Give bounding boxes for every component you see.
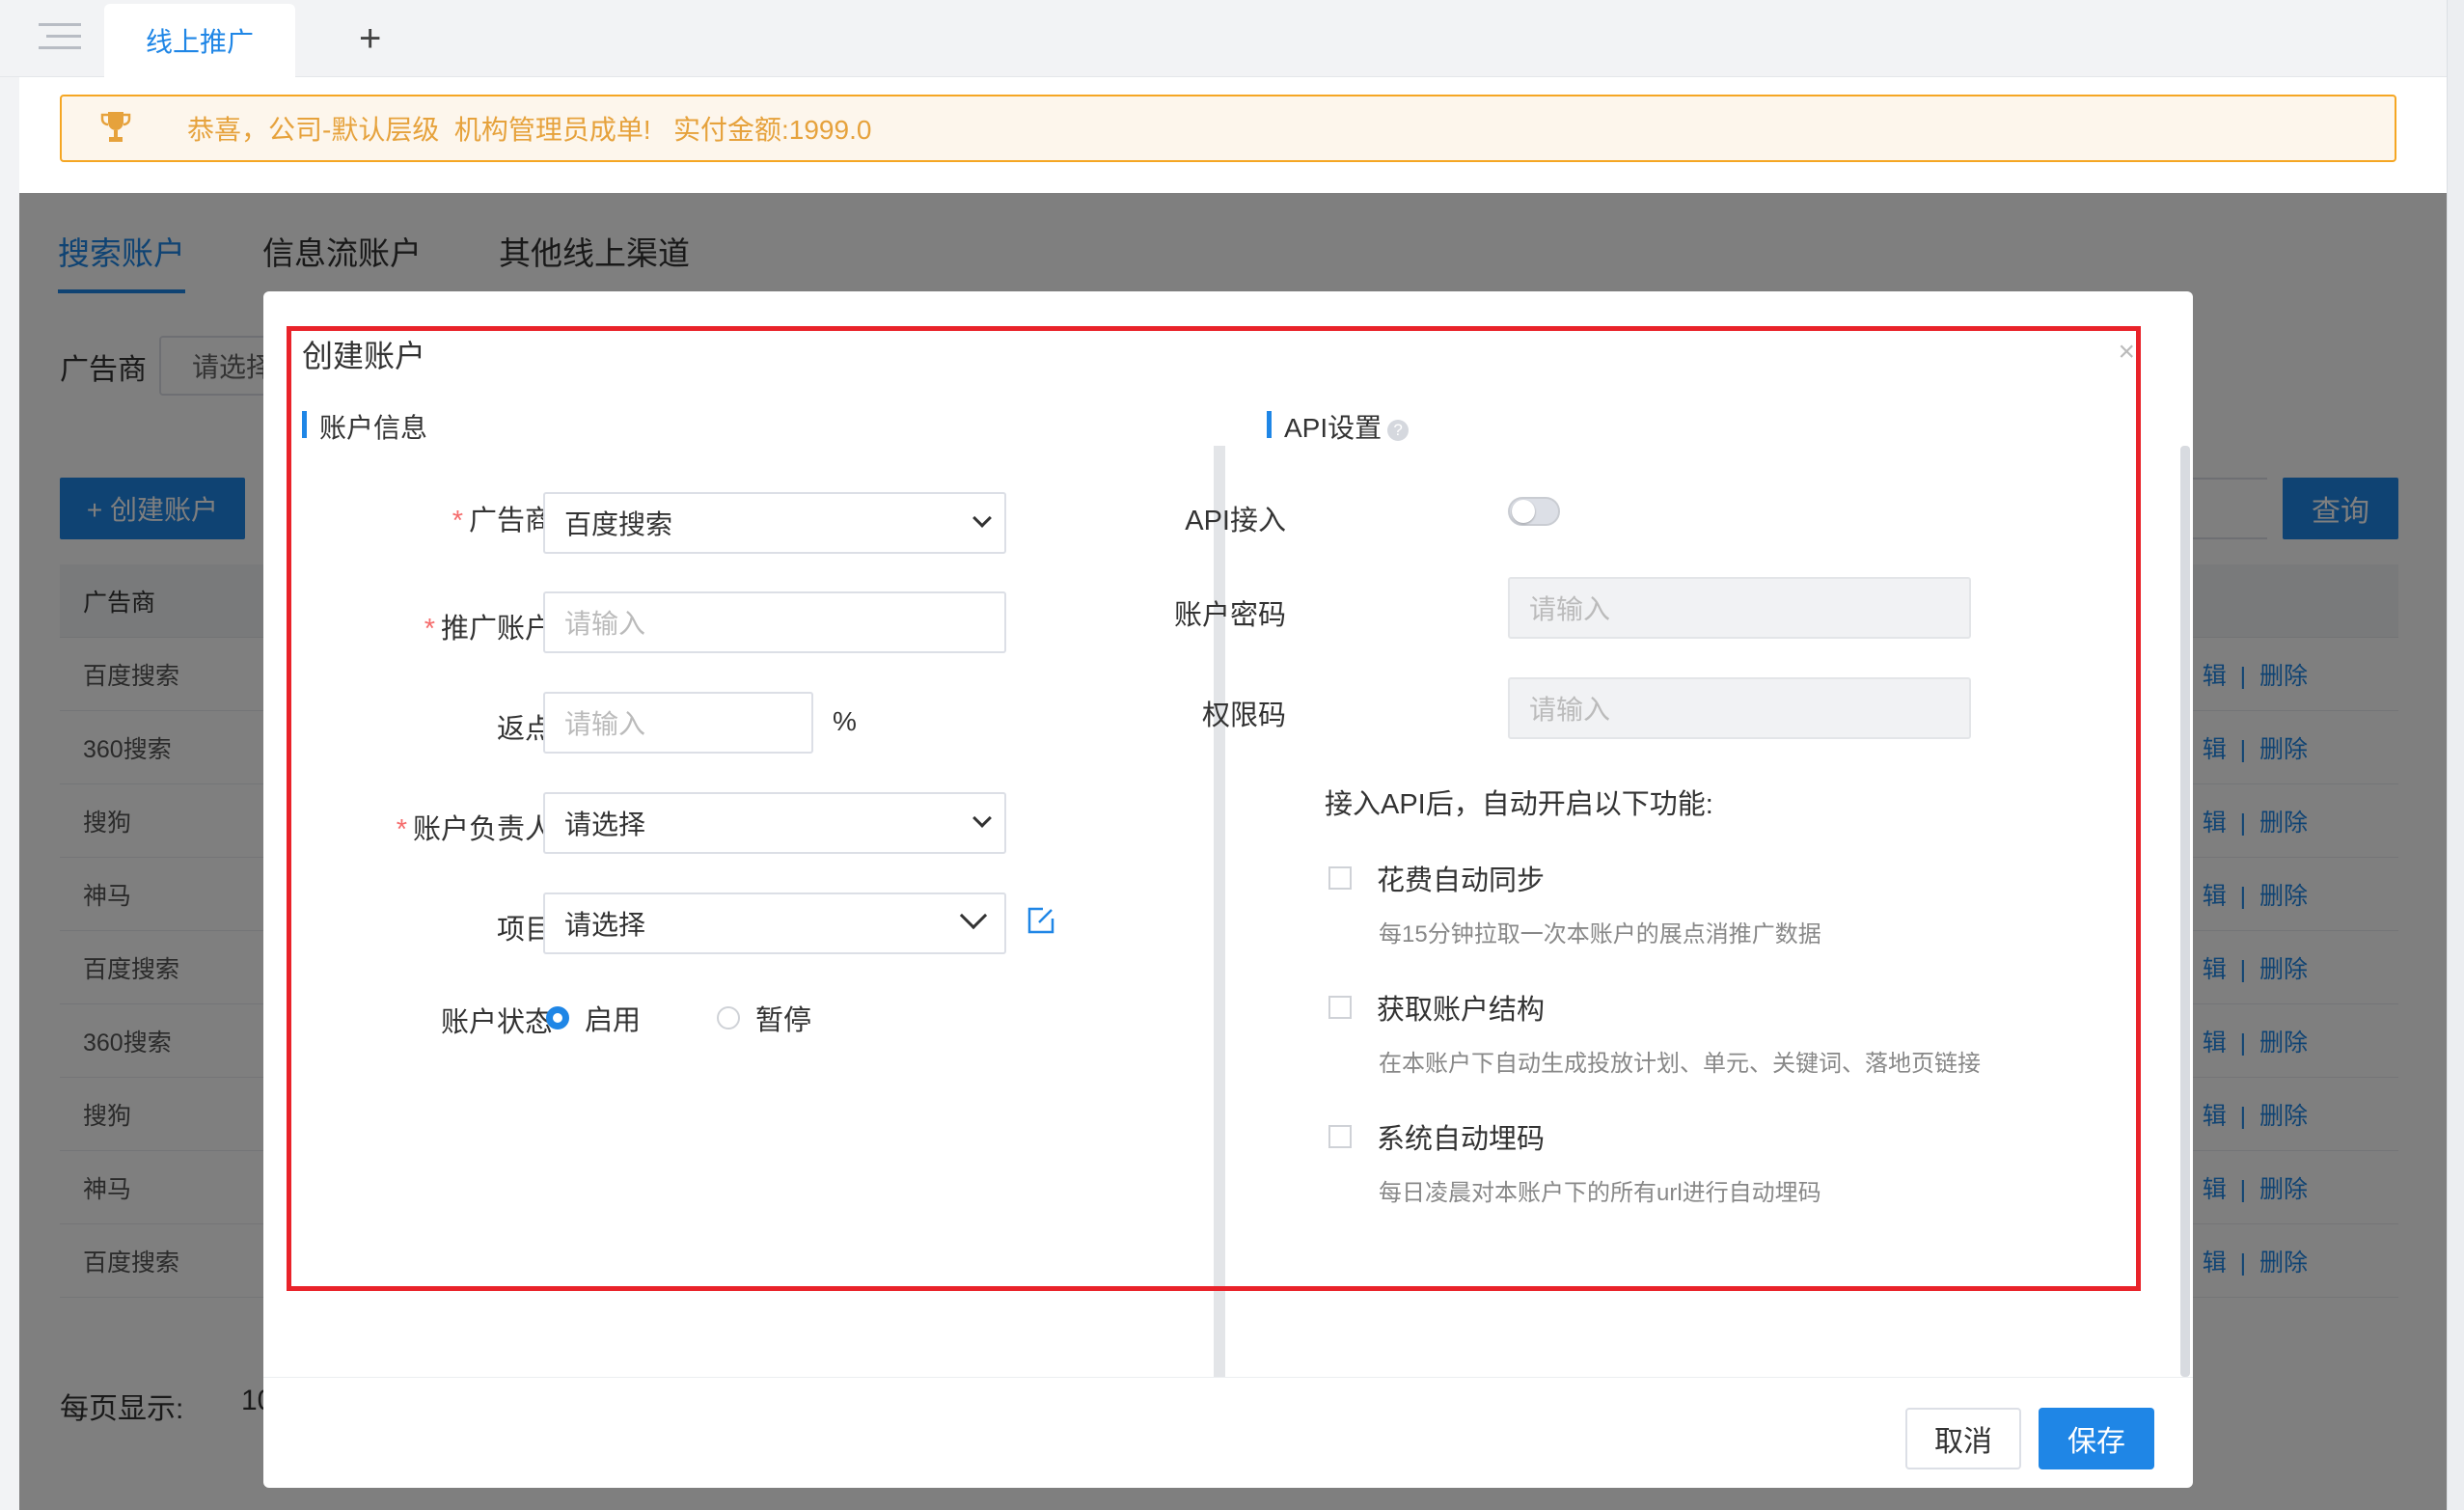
tab-online-promotion[interactable]: 线上推广 <box>104 4 295 77</box>
checkbox-icon <box>1328 1125 1352 1148</box>
feature-account-structure-checkbox[interactable]: 获取账户结构 <box>1328 987 1545 1028</box>
menu-toggle-icon[interactable] <box>39 21 81 54</box>
advertiser-label: * 广告商 <box>452 506 553 536</box>
checkbox-icon <box>1328 996 1352 1019</box>
dialog-scrollbar[interactable] <box>2180 446 2190 1377</box>
section-api-settings: API设置? <box>1267 407 1410 446</box>
add-tab-button[interactable]: + <box>359 19 381 58</box>
api-access-label: API接入 <box>1185 506 1286 536</box>
help-icon[interactable]: ? <box>1387 420 1410 441</box>
footer-divider <box>263 1377 2193 1378</box>
cancel-button[interactable]: 取消 <box>1905 1408 2021 1469</box>
api-features-intro: 接入API后，自动开启以下功能: <box>1325 789 1713 820</box>
radio-unchecked-icon <box>717 1006 740 1030</box>
section-account-info: 账户信息 <box>302 407 427 446</box>
section-api-settings-label: API设置 <box>1284 413 1383 443</box>
project-label: 项目 <box>496 915 553 946</box>
rebate-label: 返点 <box>496 714 553 745</box>
account-password-input[interactable]: 请输入 <box>1508 577 1971 639</box>
status-paused-radio[interactable]: 暂停 <box>717 998 811 1038</box>
create-account-dialog: 创建账户 × 账户信息 API设置? * 广告商 百度搜索 * 推广账户 请输入 返… <box>263 291 2193 1488</box>
chevron-down-icon <box>972 809 992 828</box>
notice-text: 恭喜，公司-默认层级 机构管理员成单! 实付金额:1999.0 <box>187 115 872 145</box>
api-access-toggle[interactable] <box>1508 497 1560 526</box>
auth-code-input[interactable]: 请输入 <box>1508 677 1971 739</box>
project-select[interactable]: 请选择 <box>543 892 1006 954</box>
page-scrollbar[interactable] <box>2447 0 2464 1510</box>
promo-account-label: * 推广账户 <box>424 614 553 645</box>
dialog-title: 创建账户 <box>302 339 426 373</box>
account-owner-label: * 账户负责人 <box>396 814 553 845</box>
close-icon[interactable]: × <box>2118 336 2135 369</box>
auth-code-label: 权限码 <box>1201 700 1286 731</box>
trophy-icon <box>100 112 131 142</box>
chevron-down-icon <box>959 901 988 930</box>
feature-auto-tracking-desc: 每日凌晨对本账户下的所有url进行自动埋码 <box>1379 1180 1821 1206</box>
rebate-input[interactable]: 请输入 <box>543 692 813 754</box>
top-tab-bar: 线上推广 + <box>0 0 2464 77</box>
account-status-label: 账户状态 <box>440 1007 553 1038</box>
column-divider <box>1214 446 1225 1377</box>
feature-cost-sync-desc: 每15分钟拉取一次本账户的展点消推广数据 <box>1379 921 1821 947</box>
success-notice: 恭喜，公司-默认层级 机构管理员成单! 实付金额:1999.0 <box>60 95 2396 162</box>
radio-checked-icon <box>546 1006 569 1030</box>
edit-icon[interactable] <box>1026 905 1056 936</box>
feature-account-structure-desc: 在本账户下自动生成投放计划、单元、关键词、落地页链接 <box>1379 1051 1981 1077</box>
save-button[interactable]: 保存 <box>2039 1408 2154 1469</box>
account-owner-select[interactable]: 请选择 <box>543 792 1006 854</box>
feature-auto-tracking-checkbox[interactable]: 系统自动埋码 <box>1328 1116 1545 1157</box>
status-enabled-radio[interactable]: 启用 <box>546 998 641 1038</box>
feature-cost-sync-checkbox[interactable]: 花费自动同步 <box>1328 858 1545 898</box>
checkbox-icon <box>1328 866 1352 890</box>
account-password-label: 账户密码 <box>1173 600 1286 631</box>
